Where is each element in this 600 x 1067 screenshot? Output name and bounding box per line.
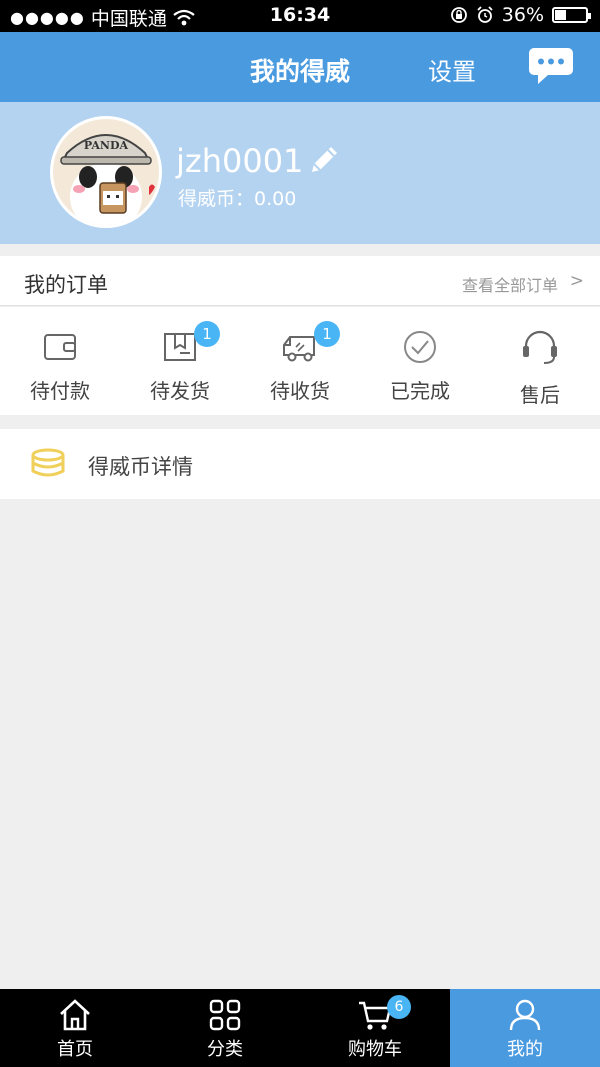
battery-percent: 36% bbox=[501, 4, 544, 26]
coin-detail-row[interactable]: 得威币详情 bbox=[0, 429, 600, 499]
nav-header: 我的得威 设置 bbox=[0, 32, 600, 102]
view-all-orders-label: 查看全部订单 bbox=[461, 276, 558, 295]
orders-title: 我的订单 bbox=[24, 273, 108, 297]
order-item-label: 待发货 bbox=[150, 379, 210, 403]
order-status-row: 待付款 1 待发货 1 待收货 已完成 售后 bbox=[0, 307, 600, 415]
page-title: 我的得威 bbox=[249, 57, 350, 86]
tab-label: 我的 bbox=[507, 1039, 543, 1060]
order-item-label: 待收货 bbox=[270, 379, 330, 403]
battery-icon bbox=[552, 7, 591, 23]
tab-category[interactable]: 分类 bbox=[150, 989, 300, 1067]
orders-header: 我的订单 查看全部订单 > bbox=[0, 256, 600, 306]
badge-count: 1 bbox=[314, 321, 340, 347]
bottom-tab-bar: 首页 分类 6 购物车 我的 bbox=[0, 989, 600, 1067]
chevron-right-icon: > bbox=[569, 271, 584, 291]
order-item-label: 售后 bbox=[520, 383, 560, 407]
rotation-lock-icon bbox=[450, 7, 467, 23]
avatar[interactable]: PANDA bbox=[50, 116, 162, 228]
edit-pencil-icon[interactable] bbox=[306, 142, 342, 178]
profile-banner: PANDA jzh0001 得威币：0.00 bbox=[0, 102, 600, 244]
chat-bubble-icon[interactable] bbox=[528, 46, 574, 88]
username: jzh0001 bbox=[176, 142, 304, 180]
coin-balance: 得威币：0.00 bbox=[178, 188, 297, 210]
grid-icon bbox=[209, 999, 241, 1031]
alarm-icon bbox=[477, 6, 493, 23]
badge-count: 1 bbox=[194, 321, 220, 347]
order-item-label: 已完成 bbox=[390, 379, 450, 403]
check-circle-icon bbox=[404, 331, 436, 363]
order-item-label: 待付款 bbox=[30, 379, 90, 403]
tab-label: 分类 bbox=[207, 1039, 243, 1060]
order-after-sales[interactable]: 售后 bbox=[480, 307, 600, 415]
order-pending-receipt[interactable]: 1 待收货 bbox=[240, 307, 360, 415]
coin-stack-icon bbox=[31, 448, 65, 477]
tab-home[interactable]: 首页 bbox=[0, 989, 150, 1067]
cart-badge-count: 6 bbox=[387, 995, 411, 1019]
battery-fill bbox=[555, 10, 566, 20]
wallet-icon bbox=[44, 334, 76, 360]
home-icon bbox=[60, 999, 90, 1031]
view-all-orders-link[interactable]: 查看全部订单 > bbox=[380, 256, 600, 306]
avatar-cap-text: PANDA bbox=[84, 139, 129, 152]
tab-cart[interactable]: 6 购物车 bbox=[300, 989, 450, 1067]
status-bar: ●●●●● 中国联通 16:34 36% bbox=[0, 0, 600, 32]
tab-mine[interactable]: 我的 bbox=[450, 989, 600, 1067]
headset-icon bbox=[523, 330, 557, 364]
order-completed[interactable]: 已完成 bbox=[360, 307, 480, 415]
order-pending-payment[interactable]: 待付款 bbox=[0, 307, 120, 415]
panda-avatar-image: PANDA bbox=[53, 119, 159, 225]
tab-label: 首页 bbox=[57, 1039, 93, 1060]
order-pending-shipment[interactable]: 1 待发货 bbox=[120, 307, 240, 415]
user-icon bbox=[509, 999, 541, 1031]
coin-detail-label: 得威币详情 bbox=[88, 455, 193, 479]
tab-label: 购物车 bbox=[348, 1039, 402, 1060]
settings-button[interactable]: 设置 bbox=[428, 52, 476, 87]
